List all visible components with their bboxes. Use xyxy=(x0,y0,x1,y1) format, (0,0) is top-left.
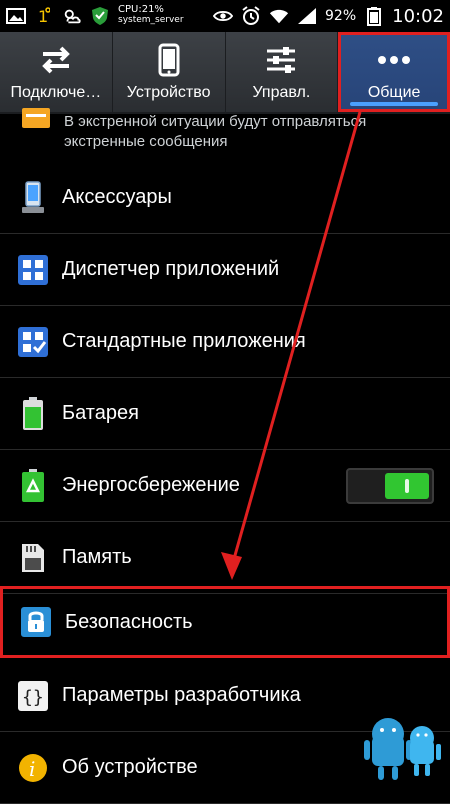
swap-arrows-icon xyxy=(38,42,74,78)
item-label: Стандартные приложения xyxy=(62,330,306,352)
signal-icon xyxy=(297,6,317,26)
android-mascot-icon xyxy=(364,718,441,780)
tab-general[interactable]: Общие xyxy=(338,32,450,112)
battery-icon xyxy=(16,396,50,431)
emergency-description-line: В экстренной ситуации будут отправляться xyxy=(64,113,367,130)
settings-item-default-apps[interactable]: Стандартные приложения xyxy=(0,306,450,378)
settings-item-security[interactable]: Безопасность xyxy=(0,586,450,658)
status-bar: 1 CPU:21% system_server 92% 10:02 xyxy=(0,0,450,32)
tab-connections[interactable]: Подключе… xyxy=(0,32,113,112)
toggle-knob xyxy=(385,473,429,499)
svg-text:i: i xyxy=(29,757,35,781)
item-label: Об устройстве xyxy=(62,756,198,778)
settings-item-app-manager[interactable]: Диспетчер приложений xyxy=(0,234,450,306)
weather-icon xyxy=(62,6,82,26)
curly-braces-icon: {} xyxy=(16,679,50,713)
wifi-icon xyxy=(269,6,289,26)
eye-icon xyxy=(213,6,233,26)
item-label: Аксессуары xyxy=(62,186,172,208)
settings-item-accessories[interactable]: Аксессуары xyxy=(0,162,450,234)
settings-list: В экстренной ситуации будут отправляться… xyxy=(0,108,450,804)
tab-device[interactable]: Устройство xyxy=(113,32,226,112)
settings-item-storage[interactable]: Память xyxy=(0,522,450,594)
tab-label: Общие xyxy=(367,84,421,101)
tab-controls[interactable]: Управл. xyxy=(226,32,339,112)
recycle-battery-icon xyxy=(16,468,50,503)
settings-item-power-saving[interactable]: Энергосбережение xyxy=(0,450,450,522)
default-apps-icon xyxy=(16,325,50,359)
item-label: Энергосбережение xyxy=(62,474,240,496)
tab-label: Управл. xyxy=(252,84,311,101)
tab-label: Подключе… xyxy=(10,84,102,101)
sliders-icon xyxy=(263,42,299,78)
shield-app-icon xyxy=(90,6,110,26)
svg-text:{}: {} xyxy=(22,687,44,708)
battery-icon xyxy=(364,6,384,26)
power-saving-toggle[interactable] xyxy=(346,468,434,504)
more-dots-icon xyxy=(376,42,412,78)
item-label: Параметры разработчика xyxy=(62,684,301,706)
lock-icon xyxy=(19,605,53,639)
info-icon: i xyxy=(16,751,50,785)
emergency-description-line: экстренные сообщения xyxy=(64,133,228,150)
alarm-icon xyxy=(241,6,261,26)
accessory-phone-icon xyxy=(16,180,50,215)
cpu-monitor: CPU:21% system_server xyxy=(118,4,184,26)
item-label: Диспетчер приложений xyxy=(62,258,280,280)
clock: 10:02 xyxy=(392,5,444,27)
item-label: Батарея xyxy=(62,402,139,424)
app-grid-icon xyxy=(16,253,50,287)
process-name: system_server xyxy=(118,15,184,25)
phone-icon xyxy=(151,42,187,78)
photo-icon xyxy=(6,6,26,26)
item-label: Память xyxy=(62,546,132,568)
settings-item-battery[interactable]: Батарея xyxy=(0,378,450,450)
battery-percent: 92% xyxy=(325,8,357,24)
emergency-message-icon xyxy=(22,108,50,128)
temperature-icon: 1 xyxy=(34,6,54,26)
item-label: Безопасность xyxy=(65,610,193,633)
settings-tab-bar: Подключе… Устройство Управл. Общие xyxy=(0,32,450,114)
sd-card-icon xyxy=(16,541,50,575)
emergency-messages-item[interactable]: В экстренной ситуации будут отправляться… xyxy=(0,108,450,158)
tab-label: Устройство xyxy=(126,84,211,101)
